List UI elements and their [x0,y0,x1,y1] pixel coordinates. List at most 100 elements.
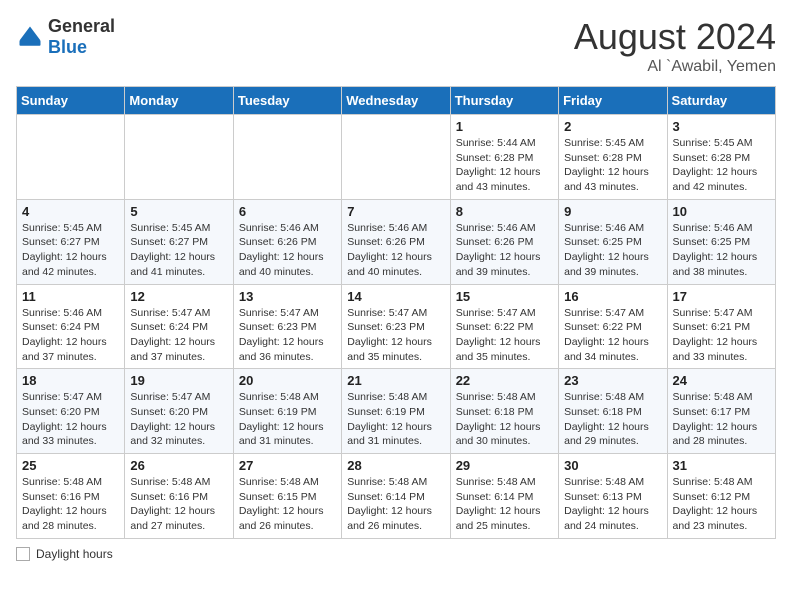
cell-info-text: Sunrise: 5:46 AM Sunset: 6:25 PM Dayligh… [564,221,661,280]
cell-day-number: 5 [130,204,227,219]
cell-info-text: Sunrise: 5:46 AM Sunset: 6:26 PM Dayligh… [347,221,444,280]
cell-info-text: Sunrise: 5:46 AM Sunset: 6:26 PM Dayligh… [239,221,336,280]
daylight-label: Daylight hours [36,547,113,561]
location-title: Al `Awabil, Yemen [574,58,776,76]
page-header: General Blue August 2024 Al `Awabil, Yem… [16,16,776,76]
calendar-cell: 1 Sunrise: 5:44 AM Sunset: 6:28 PM Daylig… [450,115,558,200]
calendar-cell [125,115,233,200]
calendar-cell: 31 Sunrise: 5:48 AM Sunset: 6:12 PM Dayli… [667,454,775,539]
calendar-table: SundayMondayTuesdayWednesdayThursdayFrid… [16,86,776,539]
logo-text-general: General [48,16,115,36]
cell-day-number: 25 [22,458,119,473]
cell-day-number: 28 [347,458,444,473]
cell-day-number: 24 [673,373,770,388]
cell-day-number: 26 [130,458,227,473]
cell-day-number: 23 [564,373,661,388]
cell-info-text: Sunrise: 5:48 AM Sunset: 6:12 PM Dayligh… [673,475,770,534]
cell-day-number: 12 [130,289,227,304]
calendar-cell: 15Sunrise: 5:47 AM Sunset: 6:22 PM Dayli… [450,284,558,369]
calendar-cell: 18 Sunrise: 5:47 AM Sunset: 6:20 PM Dayli… [17,369,125,454]
cell-day-number: 30 [564,458,661,473]
calendar-cell: 5 Sunrise: 5:45 AM Sunset: 6:27 PM Daylig… [125,199,233,284]
cell-info-text: Sunrise: 5:48 AM Sunset: 6:14 PM Dayligh… [347,475,444,534]
calendar-cell: 4Sunrise: 5:45 AM Sunset: 6:27 PM Daylig… [17,199,125,284]
cell-info-text: Sunrise: 5:47 AM Sunset: 6:21 PM Dayligh… [673,306,770,365]
weekday-header-cell: Friday [559,87,667,115]
cell-day-number: 27 [239,458,336,473]
calendar-cell: 24 Sunrise: 5:48 AM Sunset: 6:17 PM Dayli… [667,369,775,454]
weekday-header-row: SundayMondayTuesdayWednesdayThursdayFrid… [17,87,776,115]
calendar-week-row: 4Sunrise: 5:45 AM Sunset: 6:27 PM Daylig… [17,199,776,284]
calendar-cell: 22Sunrise: 5:48 AM Sunset: 6:18 PM Dayli… [450,369,558,454]
calendar-cell: 19Sunrise: 5:47 AM Sunset: 6:20 PM Dayli… [125,369,233,454]
calendar-cell: 30Sunrise: 5:48 AM Sunset: 6:13 PM Dayli… [559,454,667,539]
calendar-cell: 6 Sunrise: 5:46 AM Sunset: 6:26 PM Daylig… [233,199,341,284]
calendar-body: 1 Sunrise: 5:44 AM Sunset: 6:28 PM Daylig… [17,115,776,539]
cell-day-number: 11 [22,289,119,304]
calendar-cell: 3 Sunrise: 5:45 AM Sunset: 6:28 PM Daylig… [667,115,775,200]
cell-info-text: Sunrise: 5:47 AM Sunset: 6:23 PM Dayligh… [347,306,444,365]
cell-info-text: Sunrise: 5:44 AM Sunset: 6:28 PM Dayligh… [456,136,553,195]
cell-info-text: Sunrise: 5:47 AM Sunset: 6:20 PM Dayligh… [22,390,119,449]
cell-info-text: Sunrise: 5:48 AM Sunset: 6:15 PM Dayligh… [239,475,336,534]
cell-day-number: 13 [239,289,336,304]
cell-info-text: Sunrise: 5:48 AM Sunset: 6:14 PM Dayligh… [456,475,553,534]
calendar-cell: 25 Sunrise: 5:48 AM Sunset: 6:16 PM Dayli… [17,454,125,539]
calendar-week-row: 25 Sunrise: 5:48 AM Sunset: 6:16 PM Dayli… [17,454,776,539]
cell-day-number: 22 [456,373,553,388]
cell-info-text: Sunrise: 5:48 AM Sunset: 6:18 PM Dayligh… [564,390,661,449]
calendar-cell [17,115,125,200]
cell-day-number: 29 [456,458,553,473]
cell-info-text: Sunrise: 5:45 AM Sunset: 6:28 PM Dayligh… [564,136,661,195]
calendar-cell: 27 Sunrise: 5:48 AM Sunset: 6:15 PM Dayli… [233,454,341,539]
calendar-cell: 23 Sunrise: 5:48 AM Sunset: 6:18 PM Dayli… [559,369,667,454]
cell-info-text: Sunrise: 5:45 AM Sunset: 6:27 PM Dayligh… [130,221,227,280]
footer: Daylight hours [16,547,776,561]
cell-info-text: Sunrise: 5:47 AM Sunset: 6:24 PM Dayligh… [130,306,227,365]
cell-day-number: 17 [673,289,770,304]
calendar-cell: 8Sunrise: 5:46 AM Sunset: 6:26 PM Daylig… [450,199,558,284]
daylight-box [16,547,30,561]
month-title: August 2024 [574,16,776,58]
cell-info-text: Sunrise: 5:48 AM Sunset: 6:16 PM Dayligh… [22,475,119,534]
cell-day-number: 6 [239,204,336,219]
calendar-cell: 2Sunrise: 5:45 AM Sunset: 6:28 PM Daylig… [559,115,667,200]
weekday-header-cell: Thursday [450,87,558,115]
cell-info-text: Sunrise: 5:46 AM Sunset: 6:26 PM Dayligh… [456,221,553,280]
calendar-cell: 20 Sunrise: 5:48 AM Sunset: 6:19 PM Dayli… [233,369,341,454]
calendar-cell: 11Sunrise: 5:46 AM Sunset: 6:24 PM Dayli… [17,284,125,369]
calendar-cell: 13 Sunrise: 5:47 AM Sunset: 6:23 PM Dayli… [233,284,341,369]
cell-info-text: Sunrise: 5:46 AM Sunset: 6:25 PM Dayligh… [673,221,770,280]
cell-day-number: 18 [22,373,119,388]
cell-info-text: Sunrise: 5:47 AM Sunset: 6:23 PM Dayligh… [239,306,336,365]
weekday-header-cell: Tuesday [233,87,341,115]
calendar-cell: 14 Sunrise: 5:47 AM Sunset: 6:23 PM Dayli… [342,284,450,369]
cell-info-text: Sunrise: 5:47 AM Sunset: 6:22 PM Dayligh… [564,306,661,365]
cell-day-number: 31 [673,458,770,473]
calendar-cell: 17 Sunrise: 5:47 AM Sunset: 6:21 PM Dayli… [667,284,775,369]
logo-text-blue: Blue [48,37,87,57]
weekday-header-cell: Wednesday [342,87,450,115]
title-block: August 2024 Al `Awabil, Yemen [574,16,776,76]
cell-day-number: 16 [564,289,661,304]
cell-info-text: Sunrise: 5:47 AM Sunset: 6:20 PM Dayligh… [130,390,227,449]
cell-info-text: Sunrise: 5:48 AM Sunset: 6:17 PM Dayligh… [673,390,770,449]
cell-info-text: Sunrise: 5:45 AM Sunset: 6:28 PM Dayligh… [673,136,770,195]
calendar-week-row: 11Sunrise: 5:46 AM Sunset: 6:24 PM Dayli… [17,284,776,369]
calendar-cell: 21 Sunrise: 5:48 AM Sunset: 6:19 PM Dayli… [342,369,450,454]
calendar-week-row: 18 Sunrise: 5:47 AM Sunset: 6:20 PM Dayli… [17,369,776,454]
calendar-week-row: 1 Sunrise: 5:44 AM Sunset: 6:28 PM Daylig… [17,115,776,200]
cell-day-number: 14 [347,289,444,304]
cell-info-text: Sunrise: 5:47 AM Sunset: 6:22 PM Dayligh… [456,306,553,365]
cell-info-text: Sunrise: 5:48 AM Sunset: 6:19 PM Dayligh… [239,390,336,449]
cell-day-number: 9 [564,204,661,219]
cell-day-number: 20 [239,373,336,388]
cell-day-number: 3 [673,119,770,134]
calendar-cell [233,115,341,200]
logo-icon [16,23,44,51]
logo: General Blue [16,16,115,58]
cell-day-number: 1 [456,119,553,134]
cell-day-number: 21 [347,373,444,388]
weekday-header-cell: Monday [125,87,233,115]
cell-info-text: Sunrise: 5:48 AM Sunset: 6:19 PM Dayligh… [347,390,444,449]
